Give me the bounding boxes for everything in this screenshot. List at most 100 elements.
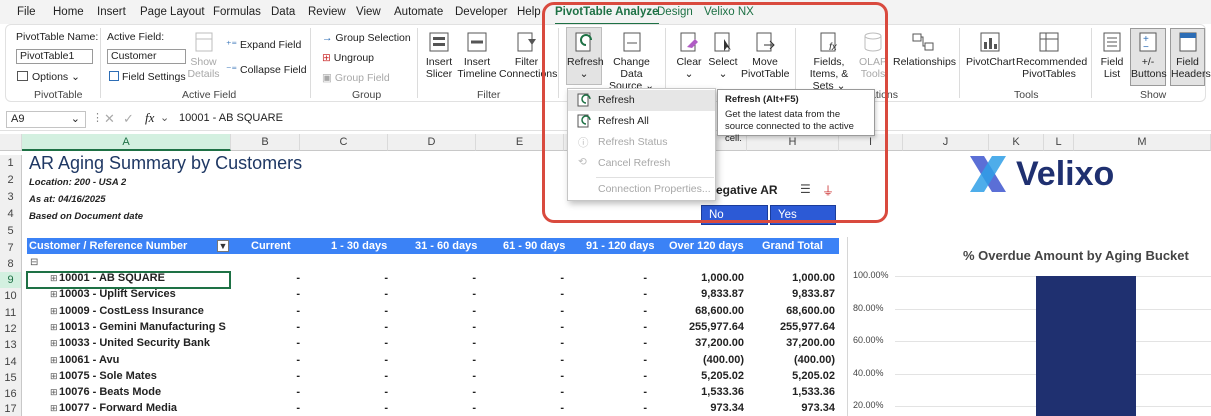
menu-item-connection-properties[interactable]: Connection Properties... bbox=[568, 179, 715, 200]
insert-function-icon[interactable]: fx bbox=[145, 110, 154, 126]
pivot-cell-total[interactable]: 1,000.00 bbox=[745, 272, 835, 284]
pivot-cell-c4[interactable]: - bbox=[474, 354, 564, 366]
pivot-cell-c1[interactable]: - bbox=[210, 321, 300, 333]
column-header[interactable]: C bbox=[300, 134, 388, 151]
slicer-option-no[interactable]: No bbox=[701, 205, 768, 225]
column-header[interactable]: D bbox=[388, 134, 476, 151]
clear-button[interactable]: Clear ⌄ bbox=[674, 31, 704, 80]
cancel-icon[interactable]: ✕ bbox=[104, 111, 115, 127]
multi-select-icon[interactable]: ☰ bbox=[800, 182, 811, 196]
pivot-cell-over[interactable]: 1,000.00 bbox=[654, 272, 744, 284]
row-header[interactable]: 7 bbox=[0, 240, 22, 256]
expand-row-icon[interactable]: ⊞ bbox=[50, 403, 58, 414]
pivot-cell-c3[interactable]: - bbox=[386, 321, 476, 333]
fields-items-sets-button[interactable]: fx Fields, Items, & Sets ⌄ bbox=[802, 31, 856, 92]
enter-icon[interactable]: ✓ bbox=[123, 111, 134, 127]
column-header[interactable]: E bbox=[476, 134, 564, 151]
tab-developer[interactable]: Developer bbox=[455, 6, 507, 18]
active-field-input[interactable]: Customer bbox=[107, 49, 186, 64]
pivot-row-customer[interactable]: 10075 - Sole Mates bbox=[59, 370, 229, 382]
pivot-cell-c4[interactable]: - bbox=[474, 272, 564, 284]
field-settings-button[interactable]: Field Settings bbox=[109, 71, 186, 83]
pivot-row-customer[interactable]: 10076 - Beats Mode bbox=[59, 386, 229, 398]
pivot-row-customer[interactable]: 10061 - Avu bbox=[59, 354, 229, 366]
pivot-cell-c5[interactable]: - bbox=[557, 305, 647, 317]
pivot-cell-c5[interactable]: - bbox=[557, 272, 647, 284]
plus-minus-buttons-toggle[interactable]: + − +/- Buttons bbox=[1130, 28, 1167, 86]
pivot-cell-c5[interactable]: - bbox=[557, 321, 647, 333]
pivot-cell-total[interactable]: (400.00) bbox=[745, 354, 835, 366]
column-header[interactable]: J bbox=[903, 134, 989, 151]
pivot-cell-c1[interactable]: - bbox=[210, 370, 300, 382]
pivot-cell-c5[interactable]: - bbox=[557, 354, 647, 366]
relationships-button[interactable]: Relationships bbox=[893, 31, 956, 68]
pivottable-options-button[interactable]: Options ⌄ bbox=[17, 71, 80, 83]
column-header[interactable]: M bbox=[1074, 134, 1211, 151]
pivot-cell-c3[interactable]: - bbox=[386, 354, 476, 366]
select-all-corner[interactable] bbox=[0, 134, 22, 151]
menu-item-refresh-all[interactable]: Refresh All bbox=[568, 111, 715, 132]
expand-row-icon[interactable]: ⊞ bbox=[50, 355, 58, 366]
change-data-source-button[interactable]: Change Data Source ⌄ bbox=[603, 31, 660, 92]
pivot-cell-over[interactable]: 973.34 bbox=[654, 402, 744, 414]
field-list-button[interactable]: Field List bbox=[1098, 31, 1126, 80]
name-box[interactable]: A9 ⌄ bbox=[6, 111, 86, 128]
pivot-row-customer[interactable]: 10003 - Uplift Services bbox=[59, 288, 229, 300]
expand-row-icon[interactable]: ⊞ bbox=[50, 289, 58, 300]
expand-row-icon[interactable]: ⊞ bbox=[50, 371, 58, 382]
tab-design[interactable]: Design bbox=[657, 6, 693, 18]
row-header[interactable]: 10 bbox=[0, 288, 22, 305]
row-header[interactable]: 15 bbox=[0, 370, 22, 386]
pivot-row-customer[interactable]: 10013 - Gemini Manufacturing S bbox=[59, 321, 229, 333]
slicer-option-yes[interactable]: Yes bbox=[770, 205, 836, 225]
pivot-cell-c2[interactable]: - bbox=[298, 272, 388, 284]
filter-dropdown-icon[interactable]: ▼ bbox=[217, 240, 229, 252]
row-header[interactable]: 13 bbox=[0, 337, 22, 354]
pivot-cell-c1[interactable]: - bbox=[210, 337, 300, 349]
expand-field-button[interactable]: ⁺⁼ Expand Field bbox=[226, 39, 301, 51]
tab-review[interactable]: Review bbox=[308, 6, 346, 18]
pivot-cell-over[interactable]: 255,977.64 bbox=[654, 321, 744, 333]
pivot-cell-c5[interactable]: - bbox=[557, 288, 647, 300]
tab-file[interactable]: File bbox=[17, 6, 36, 18]
select-button[interactable]: Select ⌄ bbox=[706, 31, 740, 80]
pivot-cell-total[interactable]: 1,533.36 bbox=[745, 386, 835, 398]
pivot-cell-c5[interactable]: - bbox=[557, 370, 647, 382]
collapse-field-button[interactable]: ⁻⁼ Collapse Field bbox=[226, 64, 307, 76]
group-selection-button[interactable]: → Group Selection bbox=[322, 32, 411, 44]
tab-page-layout[interactable]: Page Layout bbox=[140, 6, 205, 18]
move-pivottable-button[interactable]: Move PivotTable bbox=[741, 31, 789, 80]
row-header[interactable]: 12 bbox=[0, 321, 22, 337]
tab-home[interactable]: Home bbox=[53, 6, 84, 18]
pivot-cell-c4[interactable]: - bbox=[474, 402, 564, 414]
insert-slicer-button[interactable]: Insert Slicer bbox=[423, 31, 455, 80]
pivot-cell-c2[interactable]: - bbox=[298, 402, 388, 414]
row-header[interactable]: 8 bbox=[0, 256, 22, 272]
pivot-cell-c2[interactable]: - bbox=[298, 370, 388, 382]
pivot-cell-c3[interactable]: - bbox=[386, 386, 476, 398]
group-field-button[interactable]: ▣ Group Field bbox=[322, 72, 390, 84]
expand-row-icon[interactable]: ⊞ bbox=[50, 322, 58, 333]
pivot-cell-c3[interactable]: - bbox=[386, 288, 476, 300]
clear-filter-icon[interactable]: ⏚ bbox=[822, 182, 834, 199]
pivot-row-customer[interactable]: 10077 - Forward Media bbox=[59, 402, 229, 414]
menu-item-refresh-status[interactable]: ⓘ Refresh Status bbox=[568, 132, 715, 153]
tab-insert[interactable]: Insert bbox=[97, 6, 126, 18]
expand-row-icon[interactable]: ⊞ bbox=[50, 387, 58, 398]
pivot-cell-c3[interactable]: - bbox=[386, 370, 476, 382]
pivot-cell-total[interactable]: 9,833.87 bbox=[745, 288, 835, 300]
pivot-cell-c5[interactable]: - bbox=[557, 386, 647, 398]
row-header[interactable]: 9 bbox=[0, 272, 22, 288]
column-header[interactable]: L bbox=[1044, 134, 1074, 151]
tab-help[interactable]: Help bbox=[517, 6, 541, 18]
pivot-cell-c4[interactable]: - bbox=[474, 288, 564, 300]
pivot-cell-c2[interactable]: - bbox=[298, 288, 388, 300]
pivot-cell-c2[interactable]: - bbox=[298, 354, 388, 366]
pivot-cell-c5[interactable]: - bbox=[557, 402, 647, 414]
pivot-cell-over[interactable]: (400.00) bbox=[654, 354, 744, 366]
tab-automate[interactable]: Automate bbox=[394, 6, 443, 18]
pivot-cell-c3[interactable]: - bbox=[386, 402, 476, 414]
expand-row-icon[interactable]: ⊞ bbox=[50, 273, 58, 284]
pivot-cell-total[interactable]: 5,205.02 bbox=[745, 370, 835, 382]
tab-data[interactable]: Data bbox=[271, 6, 295, 18]
